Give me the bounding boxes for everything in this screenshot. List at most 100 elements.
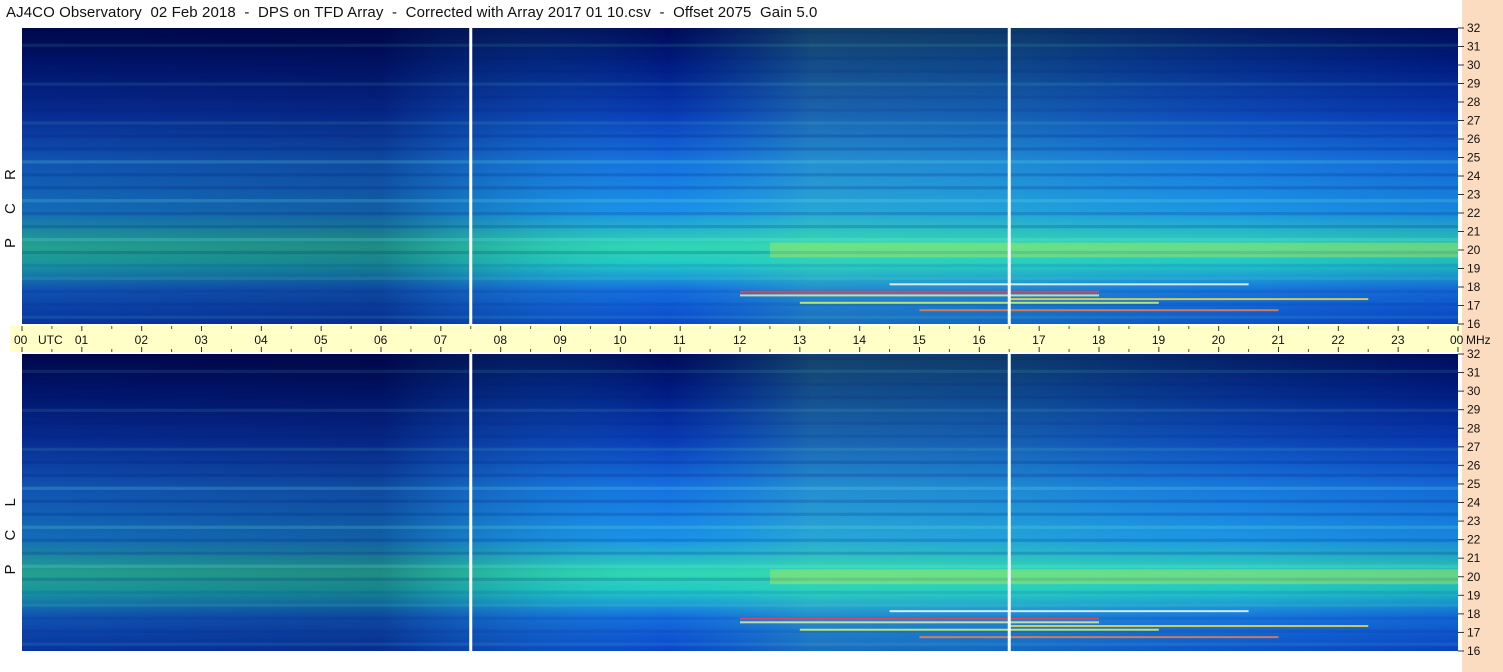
time-tick-label: 17 [1032, 333, 1046, 347]
freq-tick-label: 21 [1467, 225, 1481, 239]
freq-tick-label: 31 [1467, 366, 1481, 380]
time-tick-label: 20 [1212, 333, 1226, 347]
frequency-band [22, 302, 1458, 306]
freq-tick-label: 16 [1467, 644, 1481, 658]
utc-label: UTC [38, 333, 63, 347]
freq-tick-label: 25 [1467, 151, 1481, 165]
frequency-band [22, 121, 1458, 125]
time-tick-label: 00 [1450, 333, 1464, 347]
time-tick-label: 23 [1391, 333, 1405, 347]
frequency-band [22, 95, 1458, 99]
freq-tick-label: 27 [1467, 114, 1481, 128]
time-tick-label: 06 [374, 333, 388, 347]
freq-tick-label: 31 [1467, 40, 1481, 54]
time-tick-label: 05 [314, 333, 328, 347]
interference-line [919, 309, 1279, 312]
freq-tick-label: 16 [1467, 317, 1481, 331]
time-tick-label: 07 [434, 333, 448, 347]
frequency-band [22, 186, 1458, 190]
interference-line [1009, 625, 1369, 628]
time-tick-label: 15 [913, 333, 927, 347]
frequency-band [22, 369, 1458, 373]
freq-tick-label: 27 [1467, 440, 1481, 454]
frequency-band [22, 551, 1458, 555]
panel-label-letter: P [2, 238, 19, 248]
frequency-band [22, 382, 1458, 386]
panel-label-letter: R [2, 169, 19, 180]
time-tick-label: 02 [135, 333, 149, 347]
time-marker [1007, 28, 1011, 324]
emission-band [769, 569, 1458, 585]
frequency-band [22, 69, 1458, 73]
time-marker [1007, 354, 1011, 651]
panel-label-letter: C [2, 203, 19, 214]
frequency-band [22, 512, 1458, 516]
freq-tick-label: 24 [1467, 496, 1481, 510]
frequency-band [22, 434, 1458, 438]
freq-tick-label: 32 [1467, 347, 1481, 361]
freq-tick-label: 26 [1467, 132, 1481, 146]
frequency-band [22, 82, 1458, 86]
mhz-label: MHz [1466, 333, 1491, 347]
time-tick-label: 04 [254, 333, 268, 347]
freq-tick-label: 18 [1467, 280, 1481, 294]
frequency-band [22, 408, 1458, 412]
time-tick-label: 18 [1092, 333, 1106, 347]
interference-line [1009, 298, 1369, 301]
panel-label-letter: L [2, 498, 19, 506]
frequency-band [22, 642, 1458, 646]
freq-tick-label: 23 [1467, 188, 1481, 202]
time-marker [469, 28, 473, 324]
frequency-band [22, 225, 1458, 229]
time-tick-label: 22 [1331, 333, 1345, 347]
freq-tick-label: 19 [1467, 588, 1481, 602]
freq-tick-label: 32 [1467, 21, 1481, 35]
time-tick-label: 14 [853, 333, 867, 347]
panel-label-letter: P [2, 564, 19, 574]
frequency-band [22, 263, 1458, 268]
frequency-band [22, 538, 1458, 542]
time-tick-label: 12 [733, 333, 747, 347]
time-tick-label: 21 [1272, 333, 1286, 347]
frequency-band [22, 564, 1458, 568]
interference-line [919, 636, 1279, 639]
time-tick-label: 19 [1152, 333, 1166, 347]
freq-tick-label: 28 [1467, 95, 1481, 109]
frequency-band [22, 212, 1458, 216]
freq-tick-label: 30 [1467, 58, 1481, 72]
freq-tick-label: 17 [1467, 625, 1481, 639]
frequency-band [22, 315, 1458, 319]
time-tick-label: 11 [673, 333, 686, 347]
interference-line [740, 294, 1099, 297]
time-axis: 00 01 02 03 04 05 06 07 08 09 10 11 12 13 14 15 16 17 18 19… [10, 326, 1491, 352]
frequency-band [22, 421, 1458, 425]
freq-tick-label: 18 [1467, 607, 1481, 621]
time-tick-label: 09 [554, 333, 568, 347]
freq-tick-label: 30 [1467, 384, 1481, 398]
frequency-band [22, 108, 1458, 112]
time-marker [469, 354, 473, 651]
freq-tick-label: 29 [1467, 403, 1481, 417]
time-tick-label: 13 [793, 333, 807, 347]
interference-line [740, 617, 1099, 620]
frequency-band [22, 237, 1458, 242]
time-tick-label: 03 [195, 333, 209, 347]
frequency-band [22, 460, 1458, 464]
spectrogram-chart: 32 31 30 29 28 27 26 25 24 23 22 21 20 19 18 17 16 R C P 32 3… [2, 21, 1491, 658]
interference-line [740, 621, 1099, 624]
freq-tick-label: 22 [1467, 206, 1481, 220]
freq-tick-label: 23 [1467, 514, 1481, 528]
emission-band [769, 242, 1458, 258]
time-tick-label: 16 [972, 333, 986, 347]
interference-line [799, 301, 1159, 304]
frequency-band [22, 499, 1458, 503]
freq-tick-label: 20 [1467, 243, 1481, 257]
frequency-band [22, 473, 1458, 477]
frequency-band [22, 603, 1458, 607]
freq-tick-label: 25 [1467, 477, 1481, 491]
frequency-band [22, 276, 1458, 281]
freq-tick-label: 24 [1467, 169, 1481, 183]
frequency-band [22, 147, 1458, 151]
frequency-band [22, 43, 1458, 47]
frequency-band [22, 30, 1458, 34]
